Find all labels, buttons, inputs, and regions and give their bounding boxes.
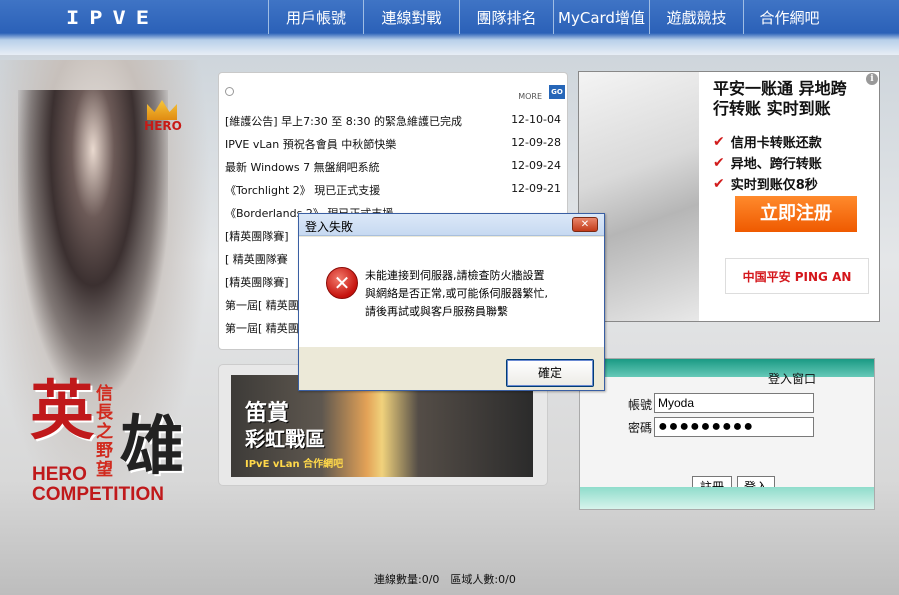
- hero-crown-badge: HERO: [141, 100, 185, 140]
- top-navigation-bar: IPVE 用戶帳號 連線對戰 團隊排名 MyCard增值 遊戲競技 合作網吧: [0, 0, 899, 55]
- news-item[interactable]: IPVE vLan 預祝各會員 中秋節快樂 12-09-28: [225, 136, 561, 159]
- crown-icon: [147, 100, 177, 120]
- dialog-message-line-3: 請後再試或與客戶服務員聯繫: [365, 305, 508, 318]
- dialog-title-bar: 登入失敗 ✕: [299, 214, 604, 236]
- nav-online-battle[interactable]: 連線對戰: [363, 0, 459, 34]
- hero-title-char-1: 英: [30, 374, 94, 449]
- ad-register-button[interactable]: 立即注册: [735, 196, 857, 232]
- news-item-date: 12-09-21: [511, 182, 561, 195]
- promo-line-3: IPvE vLan 合作網吧: [245, 459, 344, 470]
- dialog-ok-button[interactable]: 確定: [506, 359, 594, 387]
- hero-competition-line-1: HERO: [32, 464, 87, 485]
- password-input[interactable]: ●●●●●●●●●: [654, 417, 814, 437]
- password-label: 密碼: [628, 421, 653, 435]
- news-item-title: 最新 Windows 7 無盤網吧系統: [225, 161, 380, 174]
- news-item-date: 12-10-04: [511, 113, 561, 126]
- account-label: 帳號: [628, 398, 653, 412]
- login-title: 登入窗口: [768, 372, 817, 386]
- ad-headline-2: 行转账 实时到账: [713, 99, 831, 118]
- hero-badge-label: HERO: [144, 119, 182, 133]
- news-more-link[interactable]: MORE: [518, 92, 542, 101]
- news-item[interactable]: [維護公告] 早上7:30 至 8:30 的緊急維護已完成 12-10-04: [225, 113, 561, 136]
- news-item-title: [維護公告] 早上7:30 至 8:30 的緊急維護已完成: [225, 115, 462, 128]
- bullet-circle-icon: [225, 87, 234, 96]
- login-failed-dialog: 登入失敗 ✕ ✕ 未能連接到伺服器,請檢查防火牆設置 與網絡是否正常,或可能係伺…: [298, 213, 605, 391]
- news-go-button[interactable]: GO: [549, 85, 565, 99]
- check-icon: ✔: [713, 133, 725, 150]
- hero-competition-line-2: COMPETITION: [32, 484, 164, 505]
- nav-partner-cafe[interactable]: 合作網吧: [743, 0, 835, 34]
- ad-feature-text: 实时到账仅8秒: [730, 178, 818, 193]
- news-item-date: 12-09-28: [511, 136, 561, 149]
- ad-brand-logo: 中国平安 PING AN: [725, 258, 869, 294]
- dialog-message-line-2: 與網絡是否正常,或可能係伺服器繁忙,: [365, 287, 548, 300]
- news-item-title: 《Torchlight 2》 現已正式支援: [225, 184, 381, 197]
- promo-line-2: 彩虹戰區: [245, 427, 325, 451]
- dialog-close-button[interactable]: ✕: [572, 217, 598, 232]
- check-icon: ✔: [713, 175, 725, 192]
- dialog-message: 未能連接到伺服器,請檢查防火牆設置 與網絡是否正常,或可能係伺服器繁忙, 請後再…: [365, 267, 595, 321]
- news-item-title: IPVE vLan 預祝各會員 中秋節快樂: [225, 138, 397, 151]
- ad-feature: ✔ 实时到账仅8秒: [713, 174, 818, 194]
- hero-title-char-2: 雄: [120, 409, 184, 484]
- dialog-message-line-1: 未能連接到伺服器,請檢查防火牆設置: [365, 269, 545, 282]
- ad-headline-1: 平安一账通 异地跨: [713, 79, 847, 98]
- nav-team-ranking[interactable]: 團隊排名: [459, 0, 553, 34]
- login-bottom-bar: [580, 487, 874, 509]
- advertisement[interactable]: i 平安一账通 异地跨 行转账 实时到账 ✔ 信用卡转账还款 ✔ 异地、跨行转账 ✔…: [578, 71, 880, 322]
- news-item-date: 12-09-24: [511, 159, 561, 172]
- ad-info-icon[interactable]: i: [866, 73, 878, 85]
- nav-user-account[interactable]: 用戶帳號: [268, 0, 363, 34]
- check-icon: ✔: [713, 154, 725, 171]
- login-panel: 登入窗口 帳號 Myoda 密碼 ●●●●●●●●● 註冊 登入: [579, 358, 875, 510]
- dialog-title: 登入失敗: [305, 220, 354, 234]
- site-logo[interactable]: IPVE: [66, 8, 159, 29]
- login-top-bar: [580, 359, 874, 377]
- dialog-body: ✕ 未能連接到伺服器,請檢查防火牆設置 與網絡是否正常,或可能係伺服器繁忙, 請…: [299, 237, 604, 347]
- nav-mycard-topup[interactable]: MyCard增值: [553, 0, 649, 34]
- ad-feature-text: 异地、跨行转账: [730, 157, 822, 172]
- ad-feature: ✔ 信用卡转账还款: [713, 132, 822, 152]
- ad-feature-text: 信用卡转账还款: [730, 136, 822, 151]
- account-input[interactable]: Myoda: [654, 393, 814, 413]
- hero-subtitle: 信長之野望: [96, 384, 113, 480]
- news-item[interactable]: 《Torchlight 2》 現已正式支援 12-09-21: [225, 182, 561, 205]
- news-item[interactable]: 最新 Windows 7 無盤網吧系統 12-09-24: [225, 159, 561, 182]
- news-header: MORE GO: [219, 73, 569, 105]
- error-icon: ✕: [326, 267, 358, 299]
- nav-game-competition[interactable]: 遊戲競技: [649, 0, 743, 34]
- status-footer: 連線數量:0/0 區域人數:0/0: [374, 573, 516, 586]
- main-nav: 用戶帳號 連線對戰 團隊排名 MyCard增值 遊戲競技 合作網吧: [268, 0, 835, 34]
- ad-feature: ✔ 异地、跨行转账: [713, 153, 822, 173]
